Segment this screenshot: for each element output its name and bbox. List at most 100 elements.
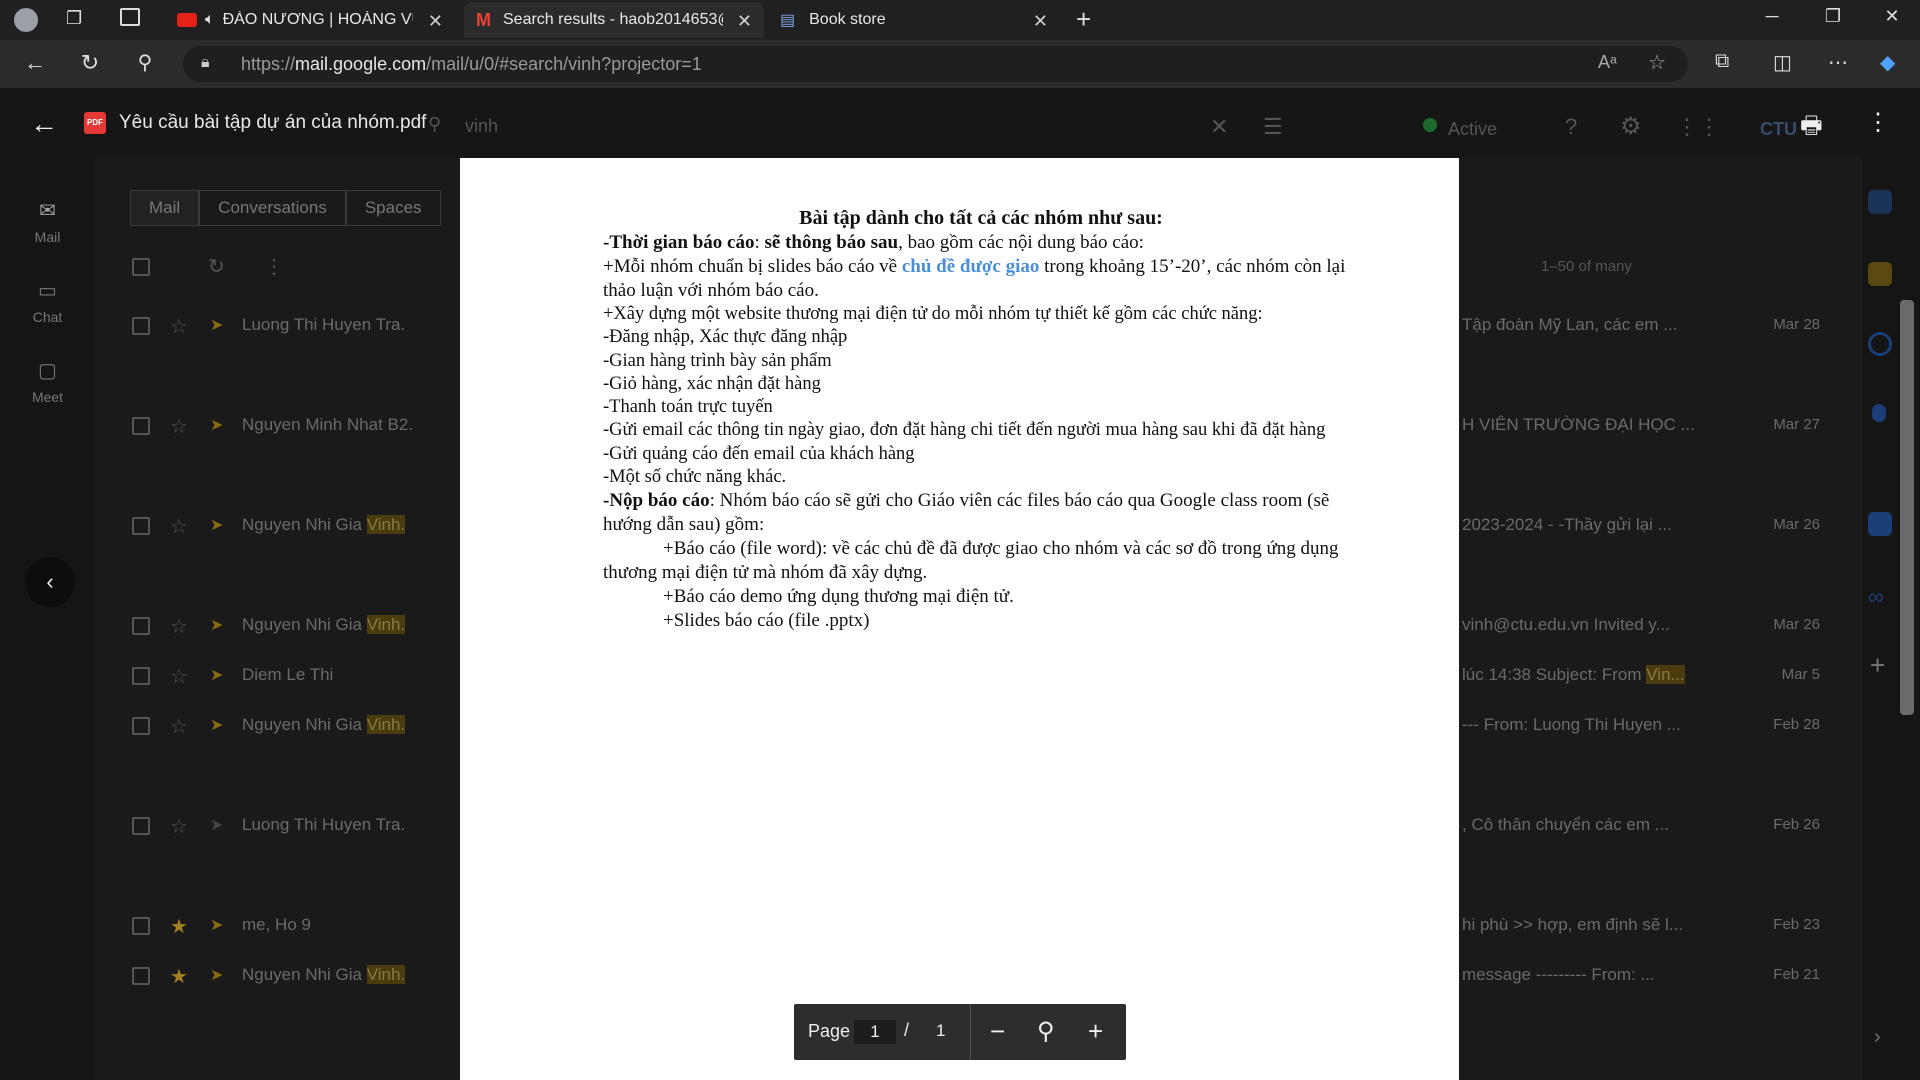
tab-book-store[interactable]: ▤ Book store ✕ bbox=[768, 2, 1060, 38]
zoom-icon[interactable]: ⚲ bbox=[1037, 1017, 1055, 1046]
sender-text: Nguyen Nhi Gia bbox=[242, 515, 367, 534]
row-sender: Nguyen Nhi Gia Vinh. bbox=[242, 965, 406, 985]
scrollbar[interactable] bbox=[1900, 300, 1914, 715]
gmail-left-rail: ✉ Mail ▭ Chat ▢ Meet bbox=[0, 158, 95, 1080]
speaker-icon[interactable]: 🔈︎ bbox=[205, 11, 215, 29]
print-icon[interactable]: 🖶︎ bbox=[1800, 108, 1823, 149]
important-icon: ➤ bbox=[210, 917, 224, 934]
read-aloud-icon[interactable]: Aᵃ bbox=[1598, 52, 1617, 73]
assigned-topic-link[interactable]: chủ đề được giao bbox=[902, 256, 1040, 277]
extensions-icon[interactable]: ⧉ bbox=[1715, 50, 1729, 73]
report-time-sep: : bbox=[754, 232, 765, 254]
workspaces-icon[interactable]: ❐ bbox=[66, 8, 82, 29]
submit-label: -Nộp báo cáo bbox=[603, 490, 710, 512]
deliverable-item: +Slides báo cáo (file .pptx) bbox=[663, 610, 870, 632]
sender-highlight: Vinh. bbox=[366, 615, 406, 634]
apps-grid-icon: ⋮⋮ bbox=[1676, 114, 1720, 139]
row-date: Feb 23 bbox=[1773, 916, 1820, 933]
calendar-icon bbox=[1868, 190, 1892, 214]
reload-icon[interactable]: ↻ bbox=[75, 50, 105, 76]
tab-youtube[interactable]: 🔈︎ ĐÀO NƯƠNG | HOÀNG VƯƠ ✕ bbox=[165, 2, 455, 38]
previous-file-button[interactable]: ‹ bbox=[25, 557, 75, 607]
new-tab-button[interactable]: + bbox=[1076, 4, 1091, 35]
website-line: +Xây dựng một website thương mại điện tử… bbox=[603, 304, 1263, 324]
clear-search-icon: ✕ bbox=[1210, 114, 1229, 139]
close-tab-icon[interactable]: ✕ bbox=[737, 11, 752, 32]
star-icon: ☆ bbox=[170, 316, 188, 338]
url-text[interactable]: https://mail.google.com/mail/u/0/#search… bbox=[241, 54, 702, 75]
sender-text: Diem Le Thi bbox=[242, 665, 334, 684]
keep-icon bbox=[1868, 262, 1892, 286]
status-dot-icon bbox=[1423, 118, 1437, 132]
tab-title: ĐÀO NƯƠNG | HOÀNG VƯƠ bbox=[222, 11, 413, 28]
important-icon: ➤ bbox=[210, 967, 224, 984]
gmail-icon: M bbox=[476, 9, 491, 30]
more-actions-icon[interactable]: ⋮ bbox=[1866, 108, 1890, 137]
sender-text: Nguyen Nhi Gia bbox=[242, 715, 367, 734]
deliverable-item: +Báo cáo demo ứng dụng thương mại điện t… bbox=[663, 586, 1014, 608]
page-total: 1 bbox=[936, 1021, 946, 1040]
zoom-in-button[interactable]: + bbox=[1088, 1016, 1103, 1047]
back-icon[interactable]: ← bbox=[20, 50, 50, 76]
row-sender: Luong Thi Huyen Tra. bbox=[242, 815, 405, 835]
feature-item: -Gửi email các thông tin ngày giao, đơn … bbox=[603, 420, 1326, 441]
profile-icon[interactable] bbox=[14, 8, 38, 32]
report-time-rest: , bao gồm các nội dung báo cáo: bbox=[898, 232, 1144, 254]
tab-mail: Mail bbox=[130, 190, 200, 226]
lock-icon[interactable]: 🔒︎ bbox=[201, 54, 210, 72]
address-bar[interactable]: 🔒︎ https://mail.google.com/mail/u/0/#sea… bbox=[183, 46, 1688, 82]
filter-options-icon: ☰ bbox=[1263, 114, 1283, 139]
more-options-icon[interactable]: ⋯ bbox=[1828, 50, 1848, 75]
refresh-icon: ↻ bbox=[208, 256, 225, 278]
tasks-icon bbox=[1868, 332, 1892, 356]
search-icon: ⚲ bbox=[428, 114, 442, 134]
row-checkbox bbox=[132, 717, 150, 735]
bookmark-icon: ▤ bbox=[780, 12, 796, 29]
row-checkbox bbox=[132, 617, 150, 635]
favorite-star-icon[interactable]: ☆ bbox=[1648, 50, 1666, 75]
split-screen-icon[interactable]: ◫ bbox=[1773, 50, 1792, 75]
browser-tab-bar: ❐ 🔈︎ ĐÀO NƯƠNG | HOÀNG VƯƠ ✕ M Search re… bbox=[0, 0, 1920, 40]
tab-gmail-search[interactable]: M Search results - haob2014653@s ✕ bbox=[464, 2, 764, 38]
important-icon: ➤ bbox=[210, 417, 224, 434]
meet-icon: ▢ bbox=[38, 360, 57, 382]
close-viewer-back-button[interactable]: ← bbox=[30, 108, 58, 140]
page-number-input[interactable]: 1 bbox=[854, 1020, 896, 1044]
rail-meet: ▢ Meet bbox=[0, 358, 95, 405]
window-close-button[interactable]: ✕ bbox=[1872, 6, 1912, 27]
file-title: Yêu cầu bài tập dự án của nhóm.pdf bbox=[119, 112, 427, 133]
restore-button[interactable]: ❐ bbox=[1813, 6, 1853, 27]
row-sender: Nguyen Nhi Gia Vinh. bbox=[242, 515, 406, 535]
report-time-line: -Thời gian báo cáo: sẽ thông báo sau, ba… bbox=[603, 231, 1359, 255]
row-checkbox bbox=[132, 517, 150, 535]
search-value: vinh bbox=[465, 116, 499, 136]
tab-actions-icon[interactable] bbox=[120, 8, 140, 26]
row-sender: Luong Thi Huyen Tra. bbox=[242, 315, 405, 335]
toolbar-divider bbox=[970, 1004, 971, 1060]
youtube-icon bbox=[177, 13, 197, 27]
feature-item: -Một số chức năng khác. bbox=[603, 467, 787, 488]
copilot-icon[interactable]: ◆ bbox=[1880, 50, 1895, 75]
row-date: Mar 28 bbox=[1773, 316, 1820, 333]
deliverable-text: +Báo cáo (file word): về các chủ đề đã đ… bbox=[603, 538, 1339, 584]
important-icon: ➤ bbox=[210, 617, 224, 634]
row-date: Mar 5 bbox=[1781, 666, 1820, 683]
row-checkbox bbox=[132, 417, 150, 435]
minimize-button[interactable]: ─ bbox=[1752, 6, 1792, 27]
rail-chat-label: Chat bbox=[32, 309, 63, 325]
submit-rest: : Nhóm báo cáo sẽ gửi cho Giáo viên các … bbox=[603, 490, 1330, 536]
row-checkbox bbox=[132, 917, 150, 935]
help-icon: ? bbox=[1565, 114, 1578, 139]
add-addon-icon: + bbox=[1870, 650, 1886, 680]
search-icon[interactable]: ⚲ bbox=[130, 50, 160, 75]
close-tab-icon[interactable]: ✕ bbox=[428, 11, 443, 32]
row-checkbox bbox=[132, 817, 150, 835]
row-date: Mar 26 bbox=[1773, 516, 1820, 533]
close-tab-icon[interactable]: ✕ bbox=[1033, 11, 1048, 32]
sender-highlight: Vinh. bbox=[366, 515, 406, 534]
sender-text: Nguyen Minh Nhat B2. bbox=[242, 415, 414, 434]
important-icon: ➤ bbox=[210, 717, 224, 734]
sender-text: Nguyen Nhi Gia bbox=[242, 965, 367, 984]
row-sender: Diem Le Thi bbox=[242, 665, 333, 685]
zoom-out-button[interactable]: − bbox=[990, 1016, 1005, 1047]
